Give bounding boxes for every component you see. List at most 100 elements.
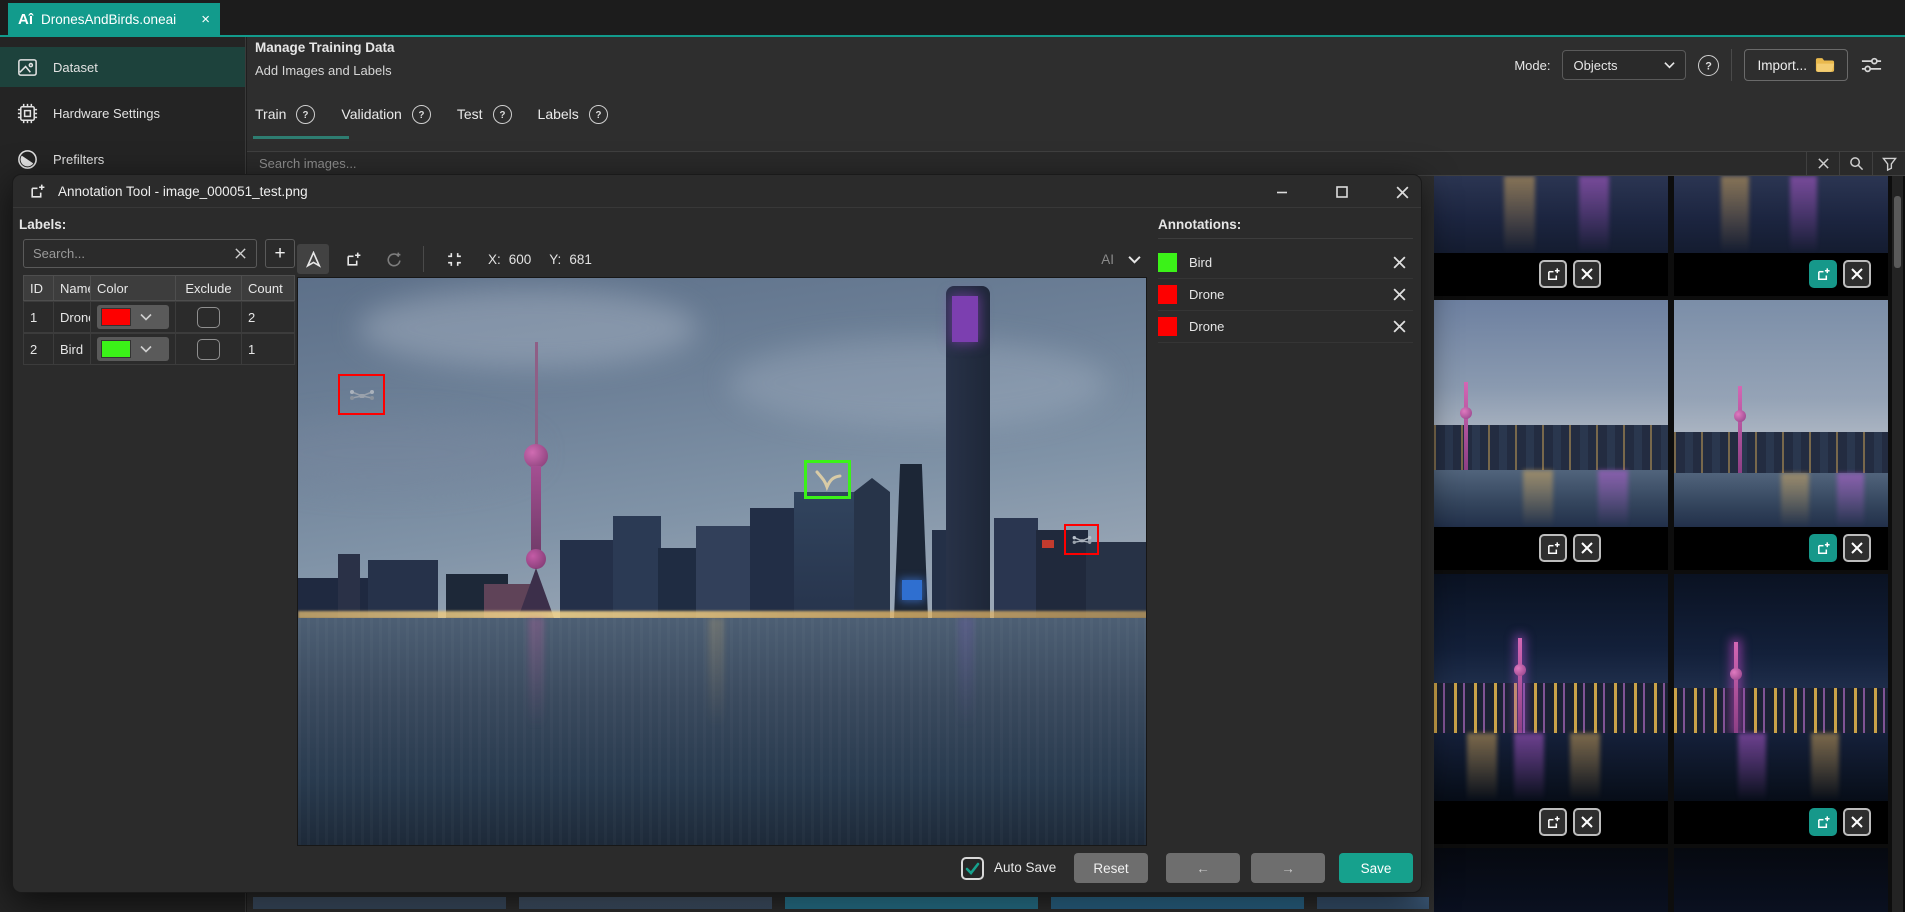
select-tool-button[interactable] xyxy=(297,244,329,274)
background-thumbnail-top xyxy=(253,897,506,909)
color-dropdown[interactable] xyxy=(97,305,169,329)
project-tab[interactable]: Aî DronesAndBirds.oneai × xyxy=(8,3,220,35)
filter-funnel-icon[interactable] xyxy=(1872,152,1905,175)
thumbnail-image[interactable] xyxy=(1674,176,1888,253)
label-row-drone[interactable]: 1 Drone 2 xyxy=(23,301,295,333)
thumbnail-toolbar xyxy=(1434,527,1668,570)
open-annotation-button[interactable] xyxy=(1809,534,1837,562)
annotation-item-drone[interactable]: Drone xyxy=(1158,311,1413,343)
delete-annotation-icon[interactable] xyxy=(1392,319,1407,334)
annotation-canvas[interactable] xyxy=(297,277,1147,846)
help-icon[interactable]: ? xyxy=(412,105,431,124)
background-thumbnail-top xyxy=(1051,897,1304,909)
next-image-button[interactable]: → xyxy=(1251,853,1325,883)
tab-train[interactable]: Train ? xyxy=(255,105,315,124)
column-header-id: ID xyxy=(23,275,53,301)
annotation-color-swatch xyxy=(1158,317,1177,336)
label-row-bird[interactable]: 2 Bird 1 xyxy=(23,333,295,365)
open-annotation-button[interactable] xyxy=(1809,808,1837,836)
tab-test[interactable]: Test ? xyxy=(457,105,512,124)
remove-image-button[interactable] xyxy=(1573,534,1601,562)
search-images-input[interactable] xyxy=(247,156,1806,171)
exclude-checkbox[interactable] xyxy=(197,307,220,328)
rotate-tool-button[interactable] xyxy=(377,244,409,274)
labels-heading: Labels: xyxy=(19,217,66,232)
auto-save-checkbox[interactable] xyxy=(961,857,984,880)
bbox-drone-1[interactable] xyxy=(338,374,385,415)
annotation-tool-icon xyxy=(29,183,46,200)
sidebar-item-prefilters[interactable]: Prefilters xyxy=(0,139,245,179)
open-annotation-button[interactable] xyxy=(1539,534,1567,562)
annotations-heading: Annotations: xyxy=(1158,217,1241,232)
close-button[interactable] xyxy=(1391,181,1413,203)
annotation-item-drone[interactable]: Drone xyxy=(1158,279,1413,311)
help-icon[interactable]: ? xyxy=(1698,55,1719,76)
mode-select[interactable]: Objects xyxy=(1562,50,1686,80)
search-icon[interactable] xyxy=(1839,152,1872,175)
gallery-scrollbar-thumb[interactable] xyxy=(1894,196,1901,268)
sidebar-item-dataset[interactable]: Dataset xyxy=(0,47,245,87)
open-annotation-button[interactable] xyxy=(1539,808,1567,836)
gallery-scrollbar-track[interactable] xyxy=(1892,176,1903,912)
previous-image-button[interactable]: ← xyxy=(1166,853,1240,883)
remove-image-button[interactable] xyxy=(1573,808,1601,836)
cursor-x-readout: X:600 xyxy=(488,252,531,267)
bbox-bird[interactable] xyxy=(804,460,851,499)
divider xyxy=(1158,238,1413,239)
canvas-toolbar: X:600 Y:681 AI xyxy=(297,242,1147,276)
open-annotation-button[interactable] xyxy=(1539,260,1567,288)
remove-image-button[interactable] xyxy=(1843,808,1871,836)
svg-text:?: ? xyxy=(595,110,601,121)
remove-image-button[interactable] xyxy=(1573,260,1601,288)
thumbnail-image[interactable] xyxy=(1434,300,1668,527)
annotation-label: Drone xyxy=(1189,319,1224,334)
annotation-color-swatch xyxy=(1158,253,1177,272)
help-icon[interactable]: ? xyxy=(493,105,512,124)
clear-labels-search-icon[interactable] xyxy=(234,247,247,260)
thumbnail-image[interactable] xyxy=(1674,574,1888,801)
thumbnail-image[interactable] xyxy=(1434,176,1668,253)
ai-label: AI xyxy=(1101,252,1114,267)
labels-search-input[interactable] xyxy=(24,246,234,261)
minimize-button[interactable] xyxy=(1271,181,1293,203)
thumbnail-image[interactable] xyxy=(1674,300,1888,527)
add-label-button[interactable]: + xyxy=(265,239,295,268)
import-button[interactable]: Import... xyxy=(1744,49,1848,81)
filter-settings-icon[interactable] xyxy=(1860,55,1883,75)
help-icon[interactable]: ? xyxy=(296,105,315,124)
open-annotation-button[interactable] xyxy=(1809,260,1837,288)
help-icon[interactable]: ? xyxy=(589,105,608,124)
bbox-drone-2[interactable] xyxy=(1064,524,1099,555)
reset-button[interactable]: Reset xyxy=(1074,853,1148,883)
thumbnail-image[interactable] xyxy=(1434,574,1668,801)
ai-model-dropdown[interactable]: AI xyxy=(1101,252,1147,267)
thumbnail-image[interactable] xyxy=(1434,848,1668,912)
clear-search-icon[interactable] xyxy=(1806,152,1839,175)
delete-annotation-icon[interactable] xyxy=(1392,287,1407,302)
save-button[interactable]: Save xyxy=(1339,853,1413,883)
check-icon xyxy=(965,862,980,875)
remove-image-button[interactable] xyxy=(1843,534,1871,562)
maximize-button[interactable] xyxy=(1331,181,1353,203)
title-bar: Aî DronesAndBirds.oneai × xyxy=(0,0,1905,35)
project-tab-close-icon[interactable]: × xyxy=(201,11,210,28)
column-header-color: Color xyxy=(90,275,175,301)
sidebar-item-hardware-settings[interactable]: Hardware Settings xyxy=(0,93,245,133)
image-gallery xyxy=(1434,176,1905,912)
svg-text:?: ? xyxy=(303,110,309,121)
delete-annotation-icon[interactable] xyxy=(1392,255,1407,270)
fit-view-button[interactable] xyxy=(438,244,470,274)
remove-image-button[interactable] xyxy=(1843,260,1871,288)
label-name: Drone xyxy=(53,301,90,333)
mode-value: Objects xyxy=(1573,58,1617,73)
draw-box-tool-button[interactable] xyxy=(337,244,369,274)
chevron-down-icon xyxy=(1128,255,1141,264)
thumbnail-toolbar xyxy=(1674,253,1888,296)
color-dropdown[interactable] xyxy=(97,337,169,361)
tab-labels[interactable]: Labels ? xyxy=(538,105,608,124)
exclude-checkbox[interactable] xyxy=(197,339,220,360)
thumbnail-image[interactable] xyxy=(1674,848,1888,912)
page-subtitle: Add Images and Labels xyxy=(255,63,392,78)
annotation-item-bird[interactable]: Bird xyxy=(1158,247,1413,279)
tab-validation[interactable]: Validation ? xyxy=(341,105,430,124)
